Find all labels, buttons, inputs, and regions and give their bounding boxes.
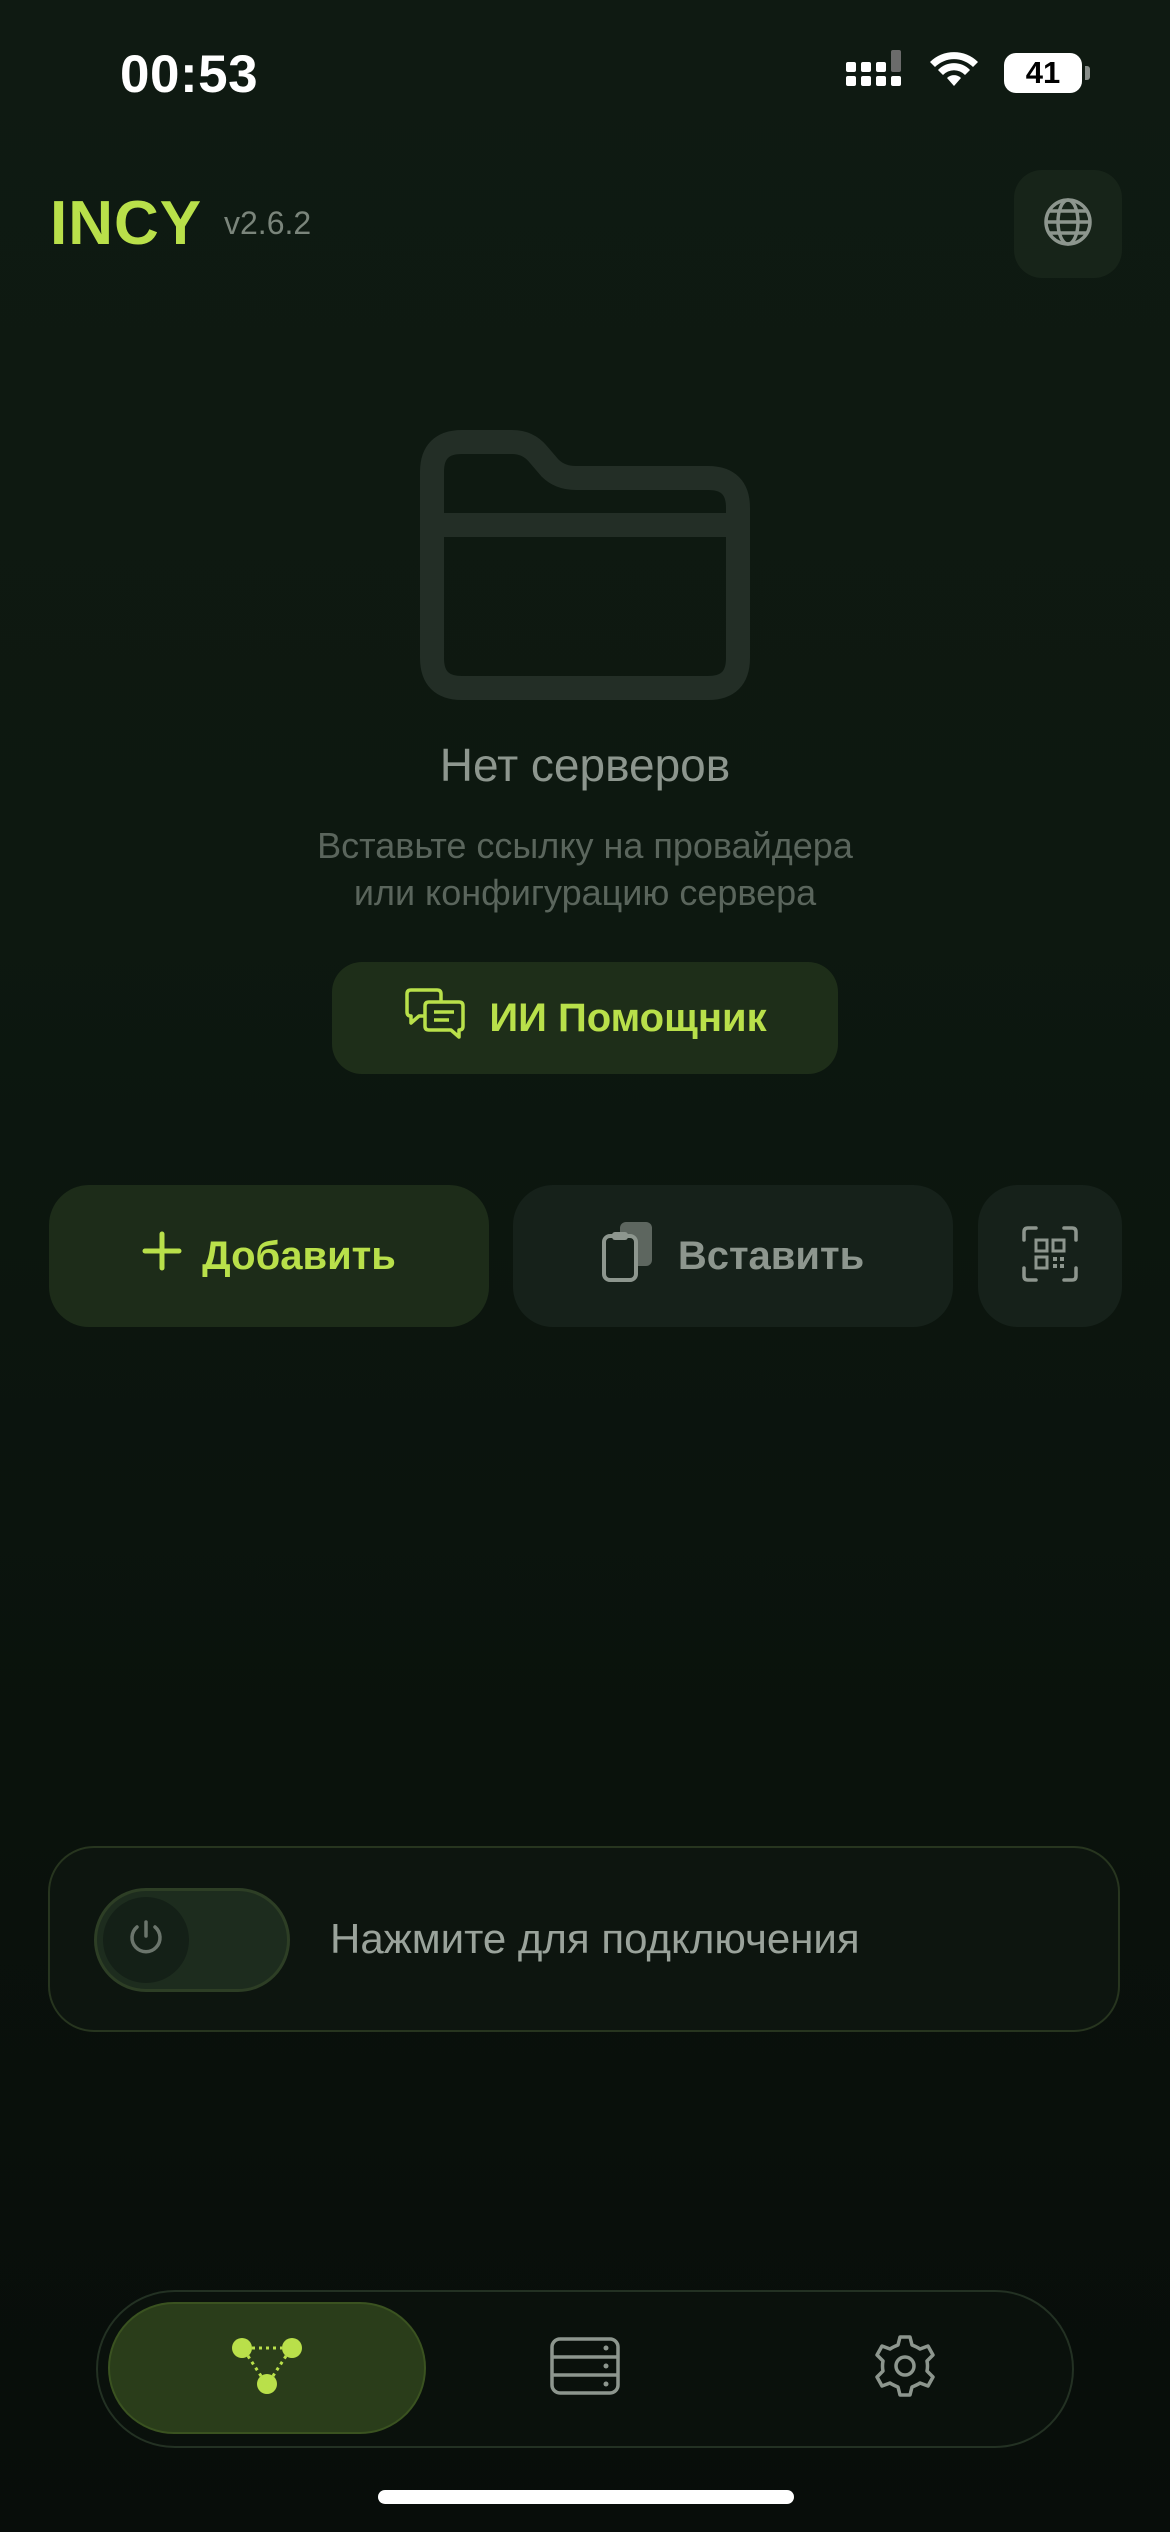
qr-scan-icon (1022, 1225, 1078, 1287)
power-icon (126, 1918, 166, 1963)
connect-toggle[interactable] (94, 1888, 290, 1992)
language-button[interactable] (1014, 170, 1122, 278)
clipboard-icon (601, 1220, 654, 1292)
nodes-icon (230, 2336, 304, 2401)
app-version: v2.6.2 (224, 205, 312, 241)
battery-icon: 41 (1004, 52, 1090, 93)
paste-button-label: Вставить (677, 1233, 865, 1278)
empty-state-subtitle-line1: Вставьте ссылку на провайдера (317, 825, 853, 866)
connect-label: Нажмите для подключения (330, 1915, 860, 1962)
status-icons: 41 (846, 50, 1090, 95)
toggle-knob[interactable] (103, 1897, 189, 1983)
folder-icon (420, 430, 750, 705)
home-indicator (378, 2490, 794, 2504)
plus-icon (142, 1231, 182, 1281)
ai-assistant-button[interactable]: ИИ Помощник (332, 962, 838, 1074)
add-button-label: Добавить (202, 1233, 396, 1278)
status-time: 00:53 (120, 45, 259, 104)
nav-item-servers[interactable] (530, 2322, 640, 2414)
add-button[interactable]: Добавить (49, 1185, 489, 1327)
chat-bubbles-icon (403, 986, 467, 1050)
empty-state-subtitle: Вставьте ссылку на провайдера или конфиг… (0, 822, 1170, 916)
paste-button[interactable]: Вставить (513, 1185, 953, 1327)
cellular-signal-icon (846, 50, 904, 95)
wifi-icon (928, 50, 980, 95)
ai-assistant-label: ИИ Помощник (489, 995, 767, 1040)
servers-icon (550, 2336, 620, 2400)
empty-state-title: Нет серверов (439, 739, 731, 791)
nav-item-settings[interactable] (850, 2318, 960, 2418)
nav-item-home[interactable] (108, 2302, 426, 2434)
empty-state-subtitle-line2: или конфигурацию сервера (353, 872, 817, 913)
app-logo: INCY (50, 189, 203, 258)
gear-icon (872, 2333, 938, 2404)
qr-scan-button[interactable] (978, 1185, 1122, 1327)
globe-icon (1042, 196, 1094, 253)
battery-level: 41 (1025, 54, 1061, 90)
